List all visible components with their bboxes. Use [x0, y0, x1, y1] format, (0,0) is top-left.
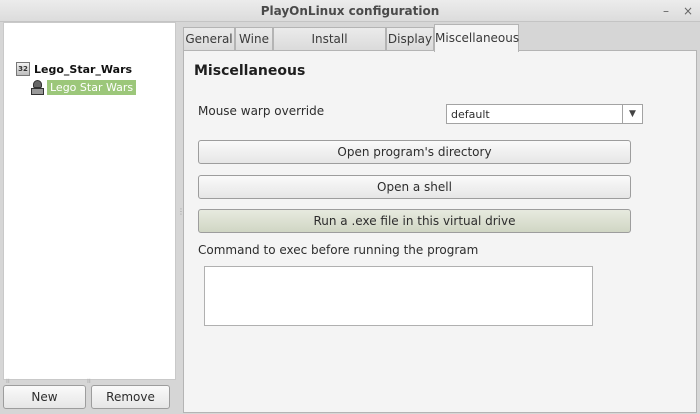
- tab-general[interactable]: General: [183, 27, 235, 51]
- pre-command-label: Command to exec before running the progr…: [198, 243, 479, 257]
- tree-item-program[interactable]: Lego Star Wars: [30, 79, 137, 96]
- mouse-warp-label: Mouse warp override: [198, 104, 325, 118]
- resize-grip-icon: ⁞⁞: [87, 378, 91, 385]
- chevron-down-icon[interactable]: ▼: [622, 105, 642, 123]
- miscellaneous-panel: Miscellaneous Mouse warp override defaul…: [183, 50, 697, 413]
- tab-install-components[interactable]: Install components: [273, 27, 386, 68]
- minimize-icon[interactable]: –: [658, 3, 674, 19]
- pre-command-input[interactable]: [204, 266, 593, 326]
- new-button[interactable]: New: [3, 385, 86, 409]
- mouse-warp-value: default: [451, 108, 490, 121]
- window-title: PlayOnLinux configuration: [260, 4, 440, 18]
- open-directory-button[interactable]: Open program's directory: [198, 140, 631, 164]
- open-shell-button[interactable]: Open a shell: [198, 175, 631, 199]
- mouse-warp-select[interactable]: default ▼: [446, 104, 643, 124]
- app-icon: [30, 80, 45, 95]
- splitter-handle[interactable]: ⋮: [177, 208, 185, 222]
- run-exe-button[interactable]: Run a .exe file in this virtual drive: [198, 209, 631, 233]
- tree-item-label: Lego Star Wars: [47, 80, 137, 95]
- tab-wine[interactable]: Wine: [235, 27, 273, 51]
- tree-item-prefix[interactable]: 32 Lego_Star_Wars: [16, 61, 132, 77]
- wine-32bit-icon: 32: [16, 62, 30, 76]
- close-icon[interactable]: ×: [680, 3, 696, 19]
- tab-display[interactable]: Display: [386, 27, 434, 51]
- panel-heading: Miscellaneous: [194, 63, 306, 79]
- resize-grip-icon: ⁞⁞: [6, 378, 10, 385]
- program-tree: 32 Lego_Star_Wars Lego Star Wars: [3, 22, 176, 380]
- remove-button[interactable]: Remove: [91, 385, 170, 409]
- tab-miscellaneous[interactable]: Miscellaneous: [434, 24, 519, 52]
- title-bar: PlayOnLinux configuration – ×: [0, 0, 700, 22]
- tree-item-label: Lego_Star_Wars: [34, 62, 133, 76]
